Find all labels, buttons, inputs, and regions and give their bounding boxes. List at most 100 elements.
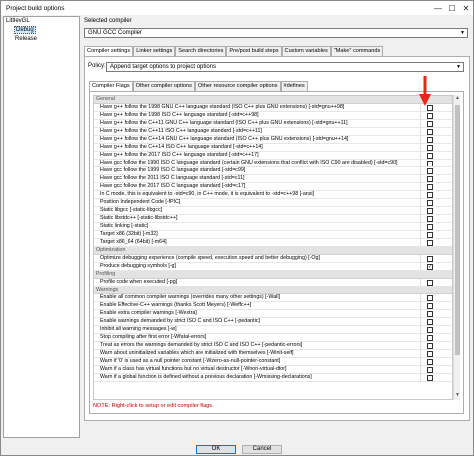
flag-checkbox[interactable]	[427, 184, 433, 191]
flag-checkbox[interactable]	[427, 144, 433, 151]
maximize-button[interactable]: ☐	[445, 1, 459, 15]
flag-checkbox[interactable]	[427, 231, 433, 238]
flag-row[interactable]: Target x86 (32bit) [-m32]	[94, 230, 452, 239]
tab-5[interactable]: "Make" commands	[330, 46, 384, 56]
flag-checkbox[interactable]	[427, 112, 433, 119]
flag-row[interactable]: Have g++ follow the C++14 ISO C++ langua…	[94, 143, 452, 152]
flag-row[interactable]: Have gcc follow the 2017 ISO C language …	[94, 183, 452, 192]
tree-root-node[interactable]: LittlevGL	[4, 17, 79, 26]
flag-checkbox[interactable]	[427, 168, 433, 175]
flag-row[interactable]: Produce debugging symbols [-g] ✓	[94, 262, 452, 271]
flag-row[interactable]: Treat as errors the warnings demanded by…	[94, 342, 452, 350]
tab-1[interactable]: Linker settings	[133, 46, 176, 56]
flag-checkbox[interactable]	[427, 128, 433, 135]
flag-label: Static libgcc [-static-libgcc]	[100, 207, 163, 214]
close-button[interactable]: ✕	[459, 1, 473, 15]
flag-label: Inhibit all warning messages [-w]	[100, 326, 177, 333]
flag-checkbox[interactable]	[427, 311, 433, 318]
flag-checkbox[interactable]	[427, 343, 433, 350]
flag-row[interactable]: Static libgcc [-static-libgcc]	[94, 207, 452, 216]
flag-label: Warn about uninitialized variables which…	[100, 350, 294, 356]
tree-node-label: Debug	[14, 26, 36, 34]
cancel-button[interactable]: Cancel	[242, 445, 282, 454]
flag-row[interactable]: Have gcc follow the 2011 ISO C language …	[94, 175, 452, 184]
tab-2[interactable]: Search directories	[175, 46, 227, 56]
scroll-down-icon[interactable]: ▼	[454, 392, 461, 400]
column-divider	[420, 278, 421, 286]
flag-checkbox[interactable]	[427, 351, 433, 357]
flag-row[interactable]: Warn if '0' is used as a null pointer co…	[94, 357, 452, 366]
flag-row[interactable]: Have g++ follow the 1998 ISO C++ languag…	[94, 111, 452, 120]
flag-checkbox[interactable]: ✓	[427, 263, 433, 270]
category-header[interactable]: Profiling	[94, 270, 452, 279]
flag-label: Warn if a class has virtual functions bu…	[100, 365, 287, 372]
flag-checkbox[interactable]	[427, 295, 433, 302]
flag-checkbox[interactable]	[427, 327, 433, 334]
policy-select[interactable]: Append target options to project options…	[106, 62, 464, 72]
subtab-2[interactable]: Other resource compiler options	[194, 81, 281, 91]
flag-row[interactable]: Have gcc follow the 1999 ISO C language …	[94, 167, 452, 176]
flag-checkbox[interactable]	[427, 303, 433, 310]
column-divider	[420, 223, 421, 230]
flag-row[interactable]: Enable Effective-C++ warnings (thanks Sc…	[94, 302, 452, 311]
flag-checkbox[interactable]	[427, 208, 433, 215]
subtab-1[interactable]: Other compiler options	[132, 81, 195, 91]
flag-row[interactable]: Enable all common compiler warnings (ove…	[94, 294, 452, 303]
flag-checkbox[interactable]	[427, 192, 433, 199]
tree-node-release[interactable]: Release	[4, 35, 79, 44]
chevron-down-icon: ▼	[460, 30, 465, 36]
flag-checkbox[interactable]	[427, 120, 433, 127]
flag-checkbox[interactable]	[427, 160, 433, 167]
flag-checkbox[interactable]	[427, 279, 433, 286]
flag-row[interactable]: Warn if a global function is defined wit…	[94, 373, 452, 382]
flags-scrollbar[interactable]: ▲ ▼	[453, 95, 460, 400]
flag-row[interactable]: Static libstdc++ [-static-libstdc++]	[94, 215, 452, 223]
flag-checkbox[interactable]	[427, 176, 433, 183]
flag-checkbox[interactable]	[427, 335, 433, 342]
flag-row[interactable]: Position Independent Code [-fPIC]	[94, 199, 452, 208]
flag-row[interactable]: Have gcc follow the 1990 ISO C language …	[94, 159, 452, 168]
flag-row[interactable]: Have g++ follow the C++11 ISO C++ langua…	[94, 127, 452, 136]
flag-row[interactable]: Static linking [-static]	[94, 223, 452, 231]
category-header[interactable]: Optimization	[94, 246, 452, 255]
flag-row[interactable]: Enable extra compiler warnings [-Wextra]	[94, 310, 452, 319]
flag-row[interactable]: Target x86_64 (64bit) [-m64]	[94, 238, 452, 247]
flag-row[interactable]: Profile code when executed [-pg]	[94, 278, 452, 287]
tree-node-debug[interactable]: Debug	[4, 26, 79, 35]
category-label: General	[96, 96, 115, 102]
flag-row[interactable]: Stop compiling after first error [-Wfata…	[94, 334, 452, 343]
flag-row[interactable]: Enable warnings demanded by strict ISO C…	[94, 318, 452, 327]
flag-row[interactable]: In C mode, this is equivalent to -std=c9…	[94, 191, 452, 200]
flag-checkbox[interactable]	[427, 319, 433, 326]
flag-checkbox[interactable]	[427, 358, 433, 365]
flag-checkbox[interactable]	[427, 152, 433, 159]
category-header[interactable]: General	[94, 96, 452, 104]
flag-checkbox[interactable]	[427, 366, 433, 373]
flag-row[interactable]: Have g++ follow the 2017 ISO C++ languag…	[94, 151, 452, 160]
tab-4[interactable]: Custom variables	[281, 46, 331, 56]
flag-checkbox[interactable]	[427, 216, 433, 223]
flag-checkbox[interactable]	[427, 136, 433, 143]
flag-checkbox[interactable]	[427, 255, 433, 262]
ok-button[interactable]: OK	[196, 445, 236, 454]
flag-row[interactable]: Warn about uninitialized variables which…	[94, 350, 452, 358]
flag-checkbox[interactable]	[427, 374, 433, 381]
flag-row[interactable]: Have g++ follow the C++11 GNU C++ langua…	[94, 119, 452, 128]
compiler-select[interactable]: GNU GCC Compiler ▼	[84, 28, 468, 38]
category-header[interactable]: Warnings	[94, 286, 452, 295]
flag-row[interactable]: Warn if a class has virtual functions bu…	[94, 365, 452, 374]
scroll-up-icon[interactable]: ▲	[454, 95, 461, 103]
flag-row[interactable]: Have g++ follow the 1998 GNU C++ languag…	[94, 103, 452, 112]
flag-row[interactable]: Have g++ follow the C++14 GNU C++ langua…	[94, 135, 452, 144]
flag-row[interactable]: Optimize debugging experience (compile s…	[94, 254, 452, 263]
flag-checkbox[interactable]	[427, 239, 433, 246]
scrollbar-thumb[interactable]	[455, 105, 460, 355]
tab-3[interactable]: Pre/post build steps	[226, 46, 282, 56]
subtab-3[interactable]: #defines	[280, 81, 308, 91]
minimize-button[interactable]: —	[431, 1, 445, 15]
flag-row[interactable]: Inhibit all warning messages [-w]	[94, 326, 452, 335]
column-divider	[420, 262, 421, 270]
target-tree[interactable]: LittlevGL Debug Release	[3, 16, 80, 438]
flag-checkbox[interactable]	[427, 224, 433, 230]
flag-checkbox[interactable]	[427, 200, 433, 207]
